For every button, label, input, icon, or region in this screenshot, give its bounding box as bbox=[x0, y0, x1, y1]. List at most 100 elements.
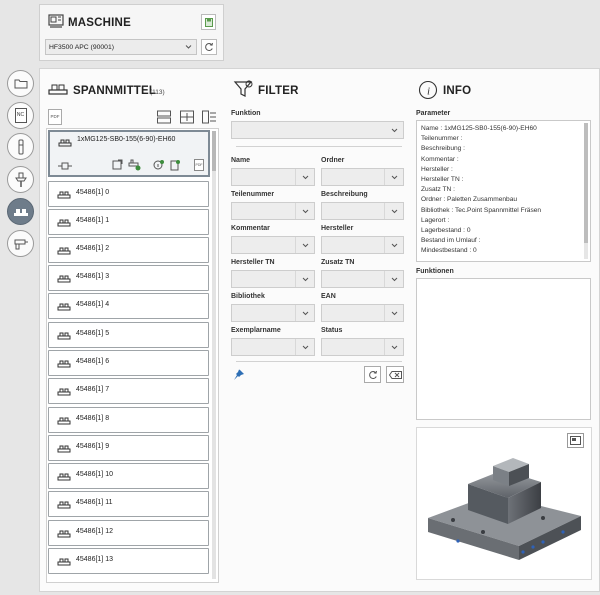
folder-icon bbox=[14, 78, 28, 89]
folder-button[interactable] bbox=[7, 70, 34, 97]
ean-filter-select[interactable] bbox=[321, 304, 404, 322]
list-item[interactable]: 45486[1] 0 bbox=[48, 181, 209, 207]
list-item[interactable]: 45486[1] 11 bbox=[48, 491, 209, 517]
chevron-down-icon bbox=[384, 169, 403, 185]
save-button[interactable] bbox=[201, 14, 216, 30]
list-item[interactable]: 45486[1] 5 bbox=[48, 322, 209, 348]
beschreibung-label: Beschreibung bbox=[321, 191, 368, 198]
kommentar-filter-select[interactable] bbox=[231, 236, 315, 254]
machine-refresh-button[interactable] bbox=[201, 39, 217, 55]
filter-refresh-button[interactable] bbox=[364, 366, 381, 383]
pdf-export-button[interactable]: PDF bbox=[48, 109, 62, 125]
list-item[interactable]: 45486[1] 1 bbox=[48, 209, 209, 235]
funktionen-box[interactable] bbox=[416, 278, 591, 420]
machine-title: MASCHINE bbox=[68, 17, 131, 29]
probe-icon bbox=[13, 238, 29, 250]
scrollbar-thumb[interactable] bbox=[584, 123, 588, 243]
chevron-down-icon bbox=[295, 339, 314, 355]
list-item[interactable]: 45486[1] 12 bbox=[48, 520, 209, 546]
list-item-label: 45486[1] 7 bbox=[76, 386, 110, 393]
chevron-down-icon bbox=[384, 305, 403, 321]
holder-button[interactable] bbox=[7, 166, 34, 193]
ean-label: EAN bbox=[321, 293, 336, 300]
machine-panel: MASCHINE HF3500 APC (90001) bbox=[39, 4, 224, 61]
document-assign-icon[interactable] bbox=[169, 159, 181, 171]
hersteller-tn-filter-select[interactable] bbox=[231, 270, 315, 288]
status-filter-select[interactable] bbox=[321, 338, 404, 356]
list-item[interactable]: 45486[1] 13 bbox=[48, 548, 209, 574]
rows-icon bbox=[156, 109, 172, 125]
list-item[interactable]: 45486[1] 7 bbox=[48, 378, 209, 404]
fixture-button[interactable] bbox=[7, 198, 34, 225]
status-label: Status bbox=[321, 327, 343, 334]
pin-icon[interactable] bbox=[233, 369, 245, 381]
hersteller-tn-label: Hersteller TN bbox=[231, 259, 275, 266]
fixture-icon bbox=[57, 472, 71, 481]
nc-program-button[interactable]: NC bbox=[7, 102, 34, 129]
param-scrollbar[interactable] bbox=[584, 123, 588, 259]
funktion-select[interactable] bbox=[231, 121, 404, 139]
name-filter-select[interactable] bbox=[231, 168, 315, 186]
refresh-icon bbox=[368, 370, 378, 380]
info-icon: i bbox=[418, 80, 438, 100]
list-item[interactable]: 45486[1] 9 bbox=[48, 435, 209, 461]
divider bbox=[236, 146, 402, 147]
fixture-icon bbox=[57, 274, 71, 283]
fixture-icon bbox=[57, 529, 71, 538]
info-title: INFO bbox=[443, 85, 472, 97]
fixture-icon bbox=[57, 444, 71, 453]
connector-icon bbox=[58, 162, 72, 170]
list-item-label: 45486[1] 2 bbox=[76, 245, 110, 252]
param-line: Bestand im Umlauf : bbox=[421, 237, 481, 245]
list-item[interactable]: 45486[1] 8 bbox=[48, 407, 209, 433]
param-line: Hersteller : bbox=[421, 165, 453, 173]
param-line: Teilenummer : bbox=[421, 135, 463, 143]
fixture-icon bbox=[57, 218, 71, 227]
list-item[interactable]: 45486[1] 10 bbox=[48, 463, 209, 489]
hersteller-label: Hersteller bbox=[321, 225, 354, 232]
fixture-icon bbox=[58, 138, 72, 147]
list-view-button[interactable] bbox=[201, 109, 217, 125]
funktionen-label: Funktionen bbox=[416, 268, 454, 275]
list-item[interactable]: 45486[1] 3 bbox=[48, 265, 209, 291]
tool-button[interactable] bbox=[7, 133, 34, 160]
bibliothek-label: Bibliothek bbox=[231, 293, 265, 300]
tool-icon bbox=[17, 139, 25, 155]
list-item[interactable]: 45486[1] 6 bbox=[48, 350, 209, 376]
name-label: Name bbox=[231, 157, 251, 164]
list-item[interactable]: 45486[1] 4 bbox=[48, 293, 209, 319]
split-view-button[interactable] bbox=[179, 109, 195, 125]
info-assign-icon[interactable] bbox=[153, 159, 165, 171]
list-item-label: 45486[1] 8 bbox=[76, 415, 110, 422]
list-item-label: 45486[1] 13 bbox=[76, 556, 113, 563]
machine-select[interactable]: HF3500 APC (90001) bbox=[45, 39, 197, 55]
exemplarname-filter-select[interactable] bbox=[231, 338, 315, 356]
collapse-view-button[interactable] bbox=[156, 109, 172, 125]
open-window-icon[interactable] bbox=[112, 159, 123, 170]
ordner-filter-select[interactable] bbox=[321, 168, 404, 186]
add-to-stock-icon[interactable] bbox=[128, 159, 141, 171]
list-item-label: 45486[1] 11 bbox=[76, 499, 113, 506]
pdf-icon[interactable]: PDF bbox=[194, 159, 204, 171]
ordner-label: Ordner bbox=[321, 157, 345, 164]
fixture-preview[interactable] bbox=[416, 427, 592, 580]
hersteller-filter-select[interactable] bbox=[321, 236, 404, 254]
bibliothek-filter-select[interactable] bbox=[231, 304, 315, 322]
parameter-box[interactable]: Name : 1xMG125-SB0-155(6-90)-EH60 Teilen… bbox=[416, 120, 591, 262]
fixture-icon bbox=[57, 387, 71, 396]
param-line: Bibliothek : Tec.Point Spannmittel Fräse… bbox=[421, 206, 542, 214]
param-line: Name : 1xMG125-SB0-155(6-90)-EH60 bbox=[421, 125, 537, 132]
list-scrollbar[interactable] bbox=[212, 131, 216, 579]
teilenummer-filter-select[interactable] bbox=[231, 202, 315, 220]
chevron-down-icon bbox=[295, 169, 314, 185]
probe-button[interactable] bbox=[7, 230, 34, 257]
selected-fixture-item[interactable]: 1xMG125-SB0-155(6-90)-EH60 PDF bbox=[48, 130, 210, 177]
clear-filter-button[interactable] bbox=[386, 366, 404, 383]
scrollbar-thumb[interactable] bbox=[212, 131, 216, 171]
list-item[interactable]: 45486[1] 2 bbox=[48, 237, 209, 263]
beschreibung-filter-select[interactable] bbox=[321, 202, 404, 220]
list-item-label: 45486[1] 9 bbox=[76, 443, 110, 450]
save-icon bbox=[205, 18, 213, 27]
zusatz-tn-filter-select[interactable] bbox=[321, 270, 404, 288]
chevron-down-icon bbox=[384, 203, 403, 219]
